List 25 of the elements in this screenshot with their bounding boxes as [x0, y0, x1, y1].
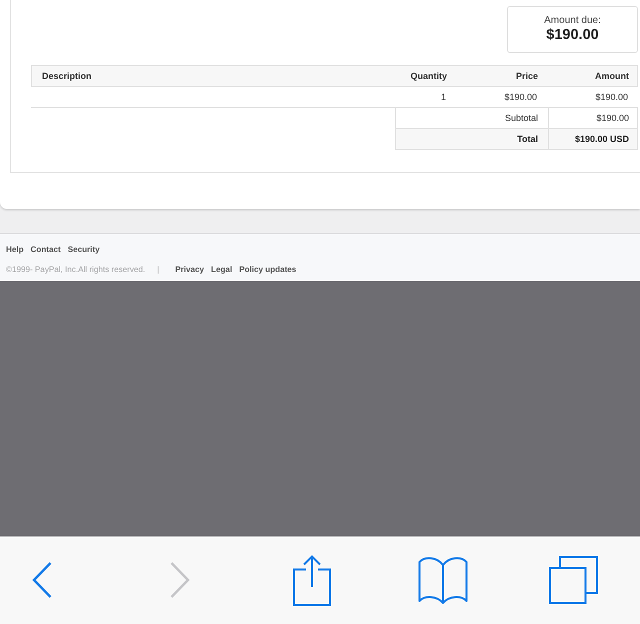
table-cell-text: $190.00	[594, 91, 629, 104]
footer-link[interactable]: Help	[6, 244, 24, 254]
table-cell-text: 1	[440, 91, 447, 104]
amount-due-label: Amount due:	[544, 15, 601, 27]
book-icon[interactable]	[418, 556, 468, 604]
summary-label: Total	[516, 133, 539, 146]
summary-value: $190.00	[548, 108, 639, 128]
summary-label: Subtotal	[504, 112, 539, 125]
summary-value: $190.00 USD	[548, 129, 639, 149]
back-icon[interactable]	[32, 562, 52, 598]
table-cell-text: $190.00	[503, 91, 538, 104]
separator-text: |	[157, 264, 160, 274]
share-icon[interactable]	[293, 554, 331, 606]
copyright-text: ©1999- PayPal, Inc.All rights reserved.	[6, 264, 146, 274]
overlapping-squares-icon[interactable]	[549, 556, 598, 604]
footer-link[interactable]: Privacy	[175, 264, 204, 274]
column-header: Description	[41, 70, 93, 83]
footer-link[interactable]: Contact	[30, 244, 61, 254]
column-header: Amount	[594, 70, 630, 83]
column-header: Price	[514, 70, 539, 83]
footer-link[interactable]: Security	[68, 244, 100, 254]
footer-link[interactable]: Policy updates	[239, 264, 296, 274]
amount-due-value: $190.00	[546, 27, 599, 44]
column-header: Quantity	[409, 70, 448, 83]
footer-link[interactable]: Legal	[211, 264, 232, 274]
